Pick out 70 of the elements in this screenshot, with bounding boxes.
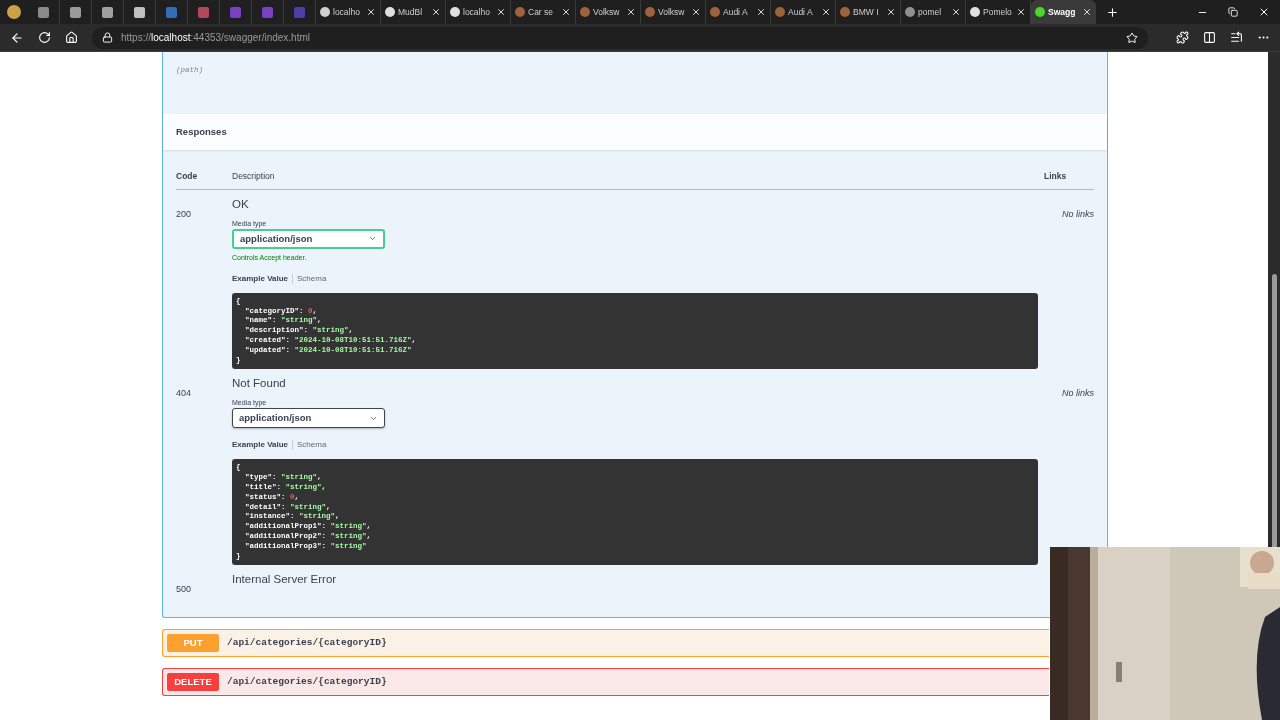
- close-icon[interactable]: [1016, 7, 1026, 17]
- tab-title: localho: [333, 5, 361, 19]
- close-icon[interactable]: [821, 7, 831, 17]
- close-icon[interactable]: [431, 7, 441, 17]
- scrollbar[interactable]: [1268, 52, 1280, 547]
- url-text: localhost: [151, 32, 191, 43]
- tab-title: Audi A: [723, 5, 749, 19]
- close-icon[interactable]: [691, 7, 701, 17]
- close-icon[interactable]: [886, 7, 896, 17]
- favorites-icon[interactable]: [1230, 31, 1243, 44]
- split-screen-icon[interactable]: [1203, 31, 1216, 44]
- tab-title: pomel: [918, 5, 943, 19]
- url-text: :44353/swagger/index.html: [190, 32, 310, 43]
- tab-favicon-icon[interactable]: [38, 6, 49, 18]
- response-code: 404: [176, 388, 192, 399]
- column-header: Code: [176, 170, 199, 183]
- response-code: 200: [176, 208, 192, 219]
- tab-title: Car se: [528, 5, 555, 19]
- extensions-icon[interactable]: [1176, 31, 1189, 44]
- address-bar[interactable]: https://localhost:44353/swagger/index.html: [92, 26, 1148, 49]
- close-icon[interactable]: [756, 7, 766, 17]
- response-code: 500: [176, 584, 192, 595]
- browser-logo-icon[interactable]: [7, 5, 21, 19]
- lock-icon: [102, 32, 113, 43]
- media-type-select[interactable]: application/json: [232, 228, 385, 249]
- close-icon[interactable]: [951, 7, 961, 17]
- tab-title: MudBl: [398, 5, 424, 19]
- tab-favicon-icon[interactable]: [102, 6, 113, 18]
- reload-icon[interactable]: [38, 31, 51, 44]
- close-icon[interactable]: [1082, 7, 1092, 17]
- tab-favicon-icon[interactable]: [70, 6, 81, 18]
- close-icon[interactable]: [366, 7, 376, 17]
- media-type-select[interactable]: application/json: [232, 408, 385, 429]
- close-icon[interactable]: [561, 7, 571, 17]
- method-badge: DELETE: [167, 673, 219, 692]
- no-links-text: No links: [1062, 388, 1094, 399]
- new-tab-icon[interactable]: [1106, 5, 1119, 19]
- example-tab[interactable]: Example Value: [232, 273, 289, 284]
- endpoint-bar[interactable]: PUT /api/categories/{categoryID}: [162, 629, 1049, 658]
- tab-title: localho: [463, 5, 491, 19]
- tab-title: Volksw: [593, 5, 621, 19]
- tab-title: Swagg: [1048, 5, 1077, 19]
- tab-title: Audi A: [788, 5, 814, 19]
- tab-title: Volksw: [658, 5, 686, 19]
- column-header: Description: [232, 170, 276, 183]
- responses-header: Responses: [163, 114, 1107, 150]
- tab-title: Pomelo: [983, 5, 1013, 19]
- home-icon[interactable]: [65, 31, 78, 44]
- method-badge: PUT: [167, 634, 219, 653]
- close-icon[interactable]: [626, 7, 636, 17]
- column-header: Links: [1044, 170, 1068, 183]
- example-tab[interactable]: Schema: [297, 273, 327, 284]
- back-icon[interactable]: [10, 30, 24, 45]
- browser-tab[interactable]: Swagg: [1031, 0, 1096, 24]
- endpoint-path: /api/categories/{categoryID}: [227, 636, 387, 651]
- response-description: Not Found: [232, 376, 287, 392]
- url-text: https://: [121, 32, 151, 43]
- endpoint-path: /api/categories/{categoryID}: [227, 675, 387, 690]
- response-description: Internal Server Error: [232, 572, 338, 588]
- tab-title: BMW I: [853, 5, 880, 19]
- example-tab[interactable]: Example Value: [232, 440, 289, 451]
- example-tab[interactable]: Schema: [297, 440, 327, 451]
- close-icon[interactable]: [496, 7, 506, 17]
- close-icon[interactable]: [1258, 6, 1270, 18]
- response-description: OK: [232, 196, 250, 212]
- tab-favicon-icon[interactable]: [134, 6, 145, 18]
- endpoint-bar[interactable]: DELETE /api/categories/{categoryID}: [162, 668, 1049, 697]
- no-links-text: No links: [1062, 208, 1094, 219]
- favorite-star-icon[interactable]: [1126, 31, 1138, 44]
- restore-icon[interactable]: [1228, 7, 1238, 17]
